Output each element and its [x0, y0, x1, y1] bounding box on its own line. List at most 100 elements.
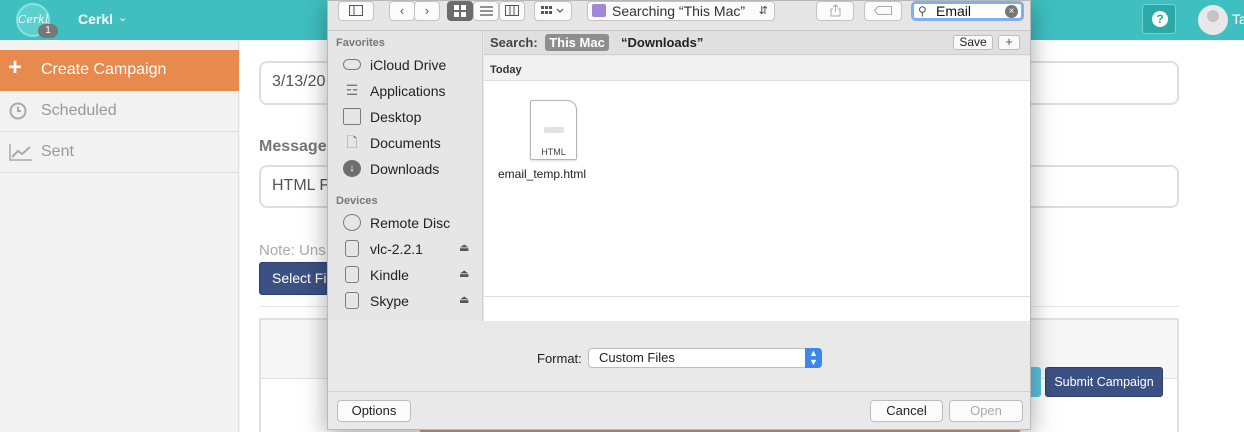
- plus-icon: +: [8, 54, 23, 81]
- columns-icon: [505, 5, 519, 16]
- desktop-icon: [343, 108, 361, 125]
- share-icon: [830, 4, 840, 17]
- grid-icon: [454, 5, 466, 17]
- help-button[interactable]: ?: [1142, 4, 1176, 34]
- documents-icon: 🗋: [346, 134, 358, 150]
- location-label: Searching “This Mac”: [612, 3, 746, 19]
- search-input[interactable]: ⚲ Email ×: [911, 1, 1024, 21]
- back-button[interactable]: ‹: [389, 1, 415, 21]
- open-file-dialog: ‹ › Searching “This Mac” ⇵ ⚲ Email × Fav…: [327, 0, 1031, 430]
- section-header: Today: [484, 56, 1030, 81]
- search-value: Email: [936, 3, 972, 19]
- share-button[interactable]: [816, 1, 854, 21]
- list-view-button[interactable]: [473, 1, 499, 21]
- dialog-sidebar: Favorites iCloud Drive ☲ Applications De…: [328, 31, 483, 321]
- smart-folder-icon: [592, 4, 606, 17]
- sidebar-item-label: Create Campaign: [41, 61, 167, 78]
- notification-badge: 1: [38, 24, 58, 38]
- scope-this-mac-button[interactable]: This Mac: [545, 34, 609, 51]
- arrange-menu-button[interactable]: [534, 1, 572, 21]
- favorites-header: Favorites: [336, 37, 385, 49]
- icon-view-button[interactable]: [447, 1, 473, 21]
- options-button[interactable]: Options: [337, 400, 411, 422]
- search-results: Today HTML email_temp.html: [484, 56, 1030, 321]
- sidebar-item-skype[interactable]: Skype ⏏: [343, 290, 478, 312]
- eject-icon[interactable]: ⏏: [459, 293, 469, 306]
- list-icon: [479, 6, 493, 16]
- sidebar-item-sent[interactable]: Sent: [0, 132, 239, 173]
- sidebar-item-kindle[interactable]: Kindle ⏏: [343, 264, 478, 286]
- sidebar-item-scheduled[interactable]: Scheduled: [0, 91, 239, 132]
- add-criteria-button[interactable]: +: [998, 35, 1020, 50]
- search-icon: ⚲: [918, 4, 927, 18]
- drive-icon: [345, 266, 359, 283]
- drive-icon: [345, 240, 359, 257]
- sidebar-item-label: Downloads: [370, 161, 440, 177]
- search-scope-label: Search:: [490, 35, 538, 50]
- devices-header: Devices: [336, 195, 378, 207]
- format-value: Custom Files: [599, 350, 675, 365]
- file-name[interactable]: email_temp.html: [498, 167, 586, 181]
- sidebar-item-label: Kindle: [370, 267, 409, 283]
- chart-icon: [9, 143, 32, 163]
- file-type-label: HTML: [541, 147, 566, 157]
- avatar[interactable]: [1198, 5, 1228, 35]
- open-button[interactable]: Open: [949, 400, 1023, 422]
- sidebar-item-label: Documents: [370, 135, 441, 151]
- format-select[interactable]: Custom Files ▲ ▼: [588, 348, 822, 368]
- chevron-down-icon[interactable]: ⌄: [118, 11, 127, 24]
- message-label: Message: [259, 138, 327, 155]
- sidebar-item-vlc[interactable]: vlc-2.2.1 ⏏: [343, 238, 478, 260]
- dialog-footer: Options Cancel Open: [328, 391, 1030, 429]
- up-down-arrows-icon: ⇵: [758, 5, 768, 17]
- sidebar-item-icloud-drive[interactable]: iCloud Drive: [343, 54, 478, 76]
- secondary-button[interactable]: [1030, 367, 1041, 397]
- user-name[interactable]: Ta: [1232, 11, 1244, 27]
- chevron-left-icon: ‹: [399, 3, 405, 18]
- sidebar-item-label: Scheduled: [41, 102, 117, 119]
- column-view-button[interactable]: [499, 1, 525, 21]
- drive-icon: [345, 292, 359, 309]
- account-switcher-label[interactable]: Cerkl: [78, 11, 113, 27]
- eject-icon[interactable]: ⏏: [459, 241, 469, 254]
- sidebar-item-label: Desktop: [370, 109, 422, 125]
- sidebar: + Create Campaign Scheduled Sent: [0, 40, 239, 432]
- sidebar-item-create-campaign[interactable]: + Create Campaign: [0, 50, 239, 91]
- sidebar-toggle-button[interactable]: [338, 1, 374, 21]
- disc-icon: [343, 214, 361, 231]
- clock-icon: [9, 102, 29, 122]
- upload-note: Note: Uns: [259, 242, 326, 259]
- dialog-toolbar: ‹ › Searching “This Mac” ⇵ ⚲ Email ×: [328, 1, 1030, 31]
- forward-button[interactable]: ›: [414, 1, 440, 21]
- sidebar-item-label: Remote Disc: [370, 215, 451, 231]
- sidebar-item-remote-disc[interactable]: Remote Disc: [343, 212, 478, 234]
- sidebar-icon: [349, 5, 363, 16]
- html-file-icon[interactable]: HTML: [530, 100, 577, 160]
- location-popup[interactable]: Searching “This Mac” ⇵: [587, 1, 775, 21]
- sidebar-item-downloads[interactable]: ↓ Downloads: [343, 158, 478, 180]
- sidebar-item-label: Applications: [370, 83, 446, 99]
- save-search-button[interactable]: Save: [953, 35, 993, 50]
- sidebar-item-applications[interactable]: ☲ Applications: [343, 80, 478, 102]
- format-label: Format:: [537, 351, 582, 366]
- downloads-icon: ↓: [343, 160, 361, 177]
- submit-campaign-button[interactable]: Submit Campaign: [1045, 367, 1163, 397]
- divider: [484, 296, 1030, 297]
- applications-icon: ☲: [345, 82, 359, 98]
- sidebar-item-label: Skype: [370, 293, 409, 309]
- clear-search-icon[interactable]: ×: [1005, 5, 1018, 18]
- tags-button[interactable]: [864, 1, 902, 21]
- eject-icon[interactable]: ⏏: [459, 267, 469, 280]
- tag-icon: [873, 6, 892, 15]
- sidebar-item-label: iCloud Drive: [370, 57, 447, 73]
- sidebar-item-label: vlc-2.2.1: [370, 241, 423, 257]
- scope-downloads-button[interactable]: “Downloads”: [621, 35, 703, 50]
- sidebar-item-desktop[interactable]: Desktop: [343, 106, 478, 128]
- cancel-button[interactable]: Cancel: [870, 400, 943, 422]
- file-glyph: [544, 127, 564, 133]
- search-scope-bar: Search: This Mac “Downloads” Save +: [484, 31, 1030, 55]
- arrange-icon: [541, 6, 564, 14]
- cloud-icon: [343, 59, 361, 70]
- sidebar-item-documents[interactable]: 🗋 Documents: [343, 132, 478, 154]
- chevron-up-down-icon: ▲ ▼: [805, 348, 822, 368]
